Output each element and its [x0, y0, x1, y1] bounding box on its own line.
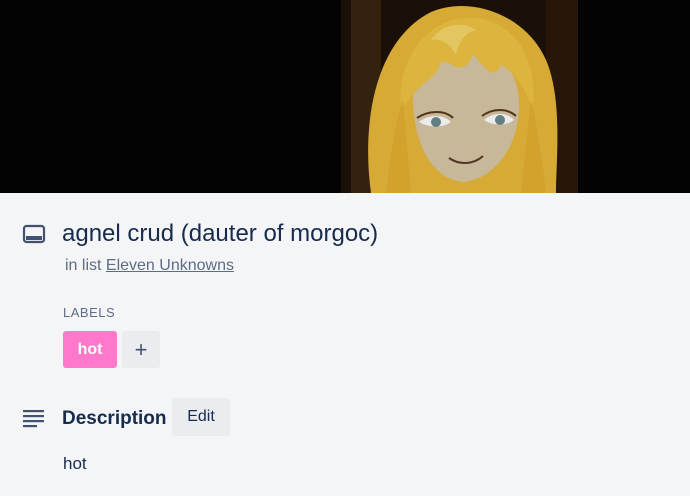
add-label-button[interactable]: +	[122, 331, 160, 368]
card-title[interactable]: agnel crud (dauter of morgoc)	[62, 219, 378, 249]
card-cover	[0, 0, 690, 193]
list-prefix: in list	[65, 257, 102, 274]
plus-icon: +	[134, 336, 148, 362]
labels-heading: LABELS	[63, 305, 116, 320]
description-text[interactable]: hot	[63, 454, 87, 474]
description-lines-icon	[22, 406, 46, 430]
card-details: agnel crud (dauter of morgoc) in list El…	[0, 193, 690, 496]
list-info: in list Eleven Unknowns	[65, 256, 234, 276]
list-link[interactable]: Eleven Unknowns	[106, 257, 234, 274]
card-icon	[22, 222, 46, 246]
description-heading: Description	[62, 408, 167, 429]
cover-image	[341, 0, 578, 193]
label-hot[interactable]: hot	[63, 331, 117, 368]
edit-description-button[interactable]: Edit	[172, 398, 230, 436]
